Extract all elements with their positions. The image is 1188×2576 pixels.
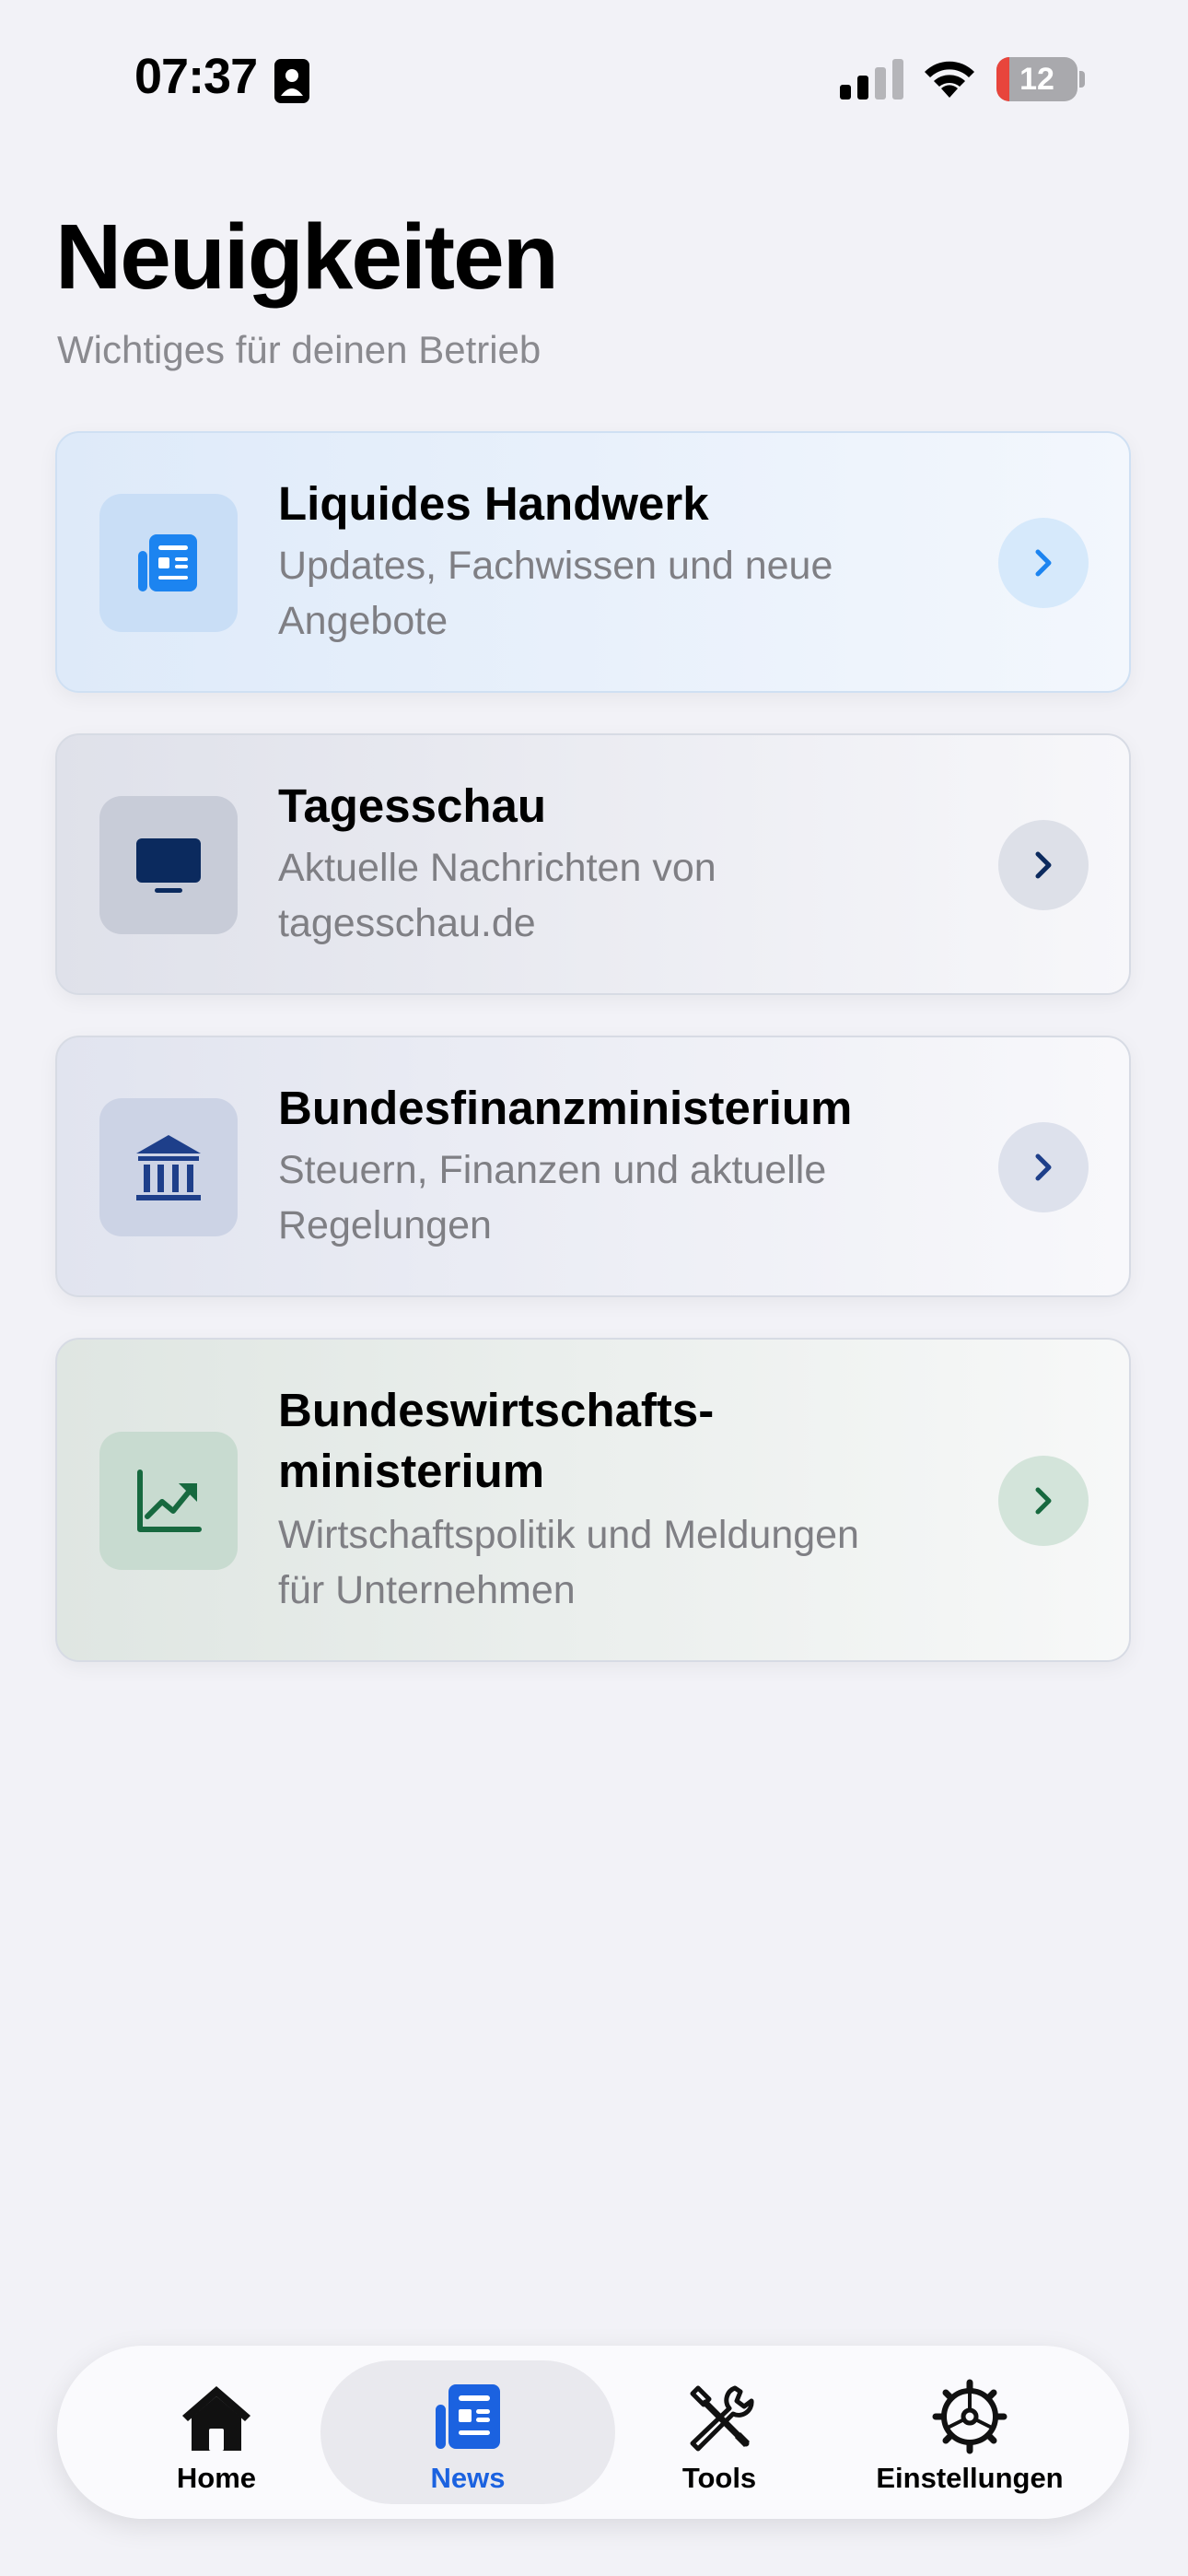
feed-card-liquides-handwerk[interactable]: Liquides Handwerk Updates, Fachwissen un… xyxy=(55,431,1131,693)
feed-card-bundesfinanzministerium[interactable]: Bundesfinanzministerium Steuern, Finanze… xyxy=(55,1036,1131,1297)
feed-open-button[interactable] xyxy=(998,518,1089,608)
feed-description: Steuern, Finanzen und aktuelle Regelunge… xyxy=(278,1148,827,1247)
gear-icon xyxy=(932,2379,1007,2454)
feed-open-button[interactable] xyxy=(998,820,1089,910)
tools-icon xyxy=(690,2385,754,2452)
cellular-signal-icon xyxy=(840,59,903,100)
feed-title: Tagesschau xyxy=(278,779,547,832)
battery-cap xyxy=(1079,71,1085,88)
focus-badge-icon xyxy=(274,59,309,103)
feed-open-button[interactable] xyxy=(998,1122,1089,1212)
feed-title: Bundesfinanzministerium xyxy=(278,1082,853,1134)
battery-indicator: 12 xyxy=(996,57,1077,101)
battery-level: 12 xyxy=(1019,62,1054,97)
chevron-right-icon xyxy=(1035,1487,1052,1515)
feed-title: Liquides Handwerk xyxy=(278,477,709,530)
tab-bar: Home News Tools Einstellungen xyxy=(57,2346,1129,2519)
bank-icon xyxy=(136,1135,201,1200)
feed-description: Wirtschaftspolitik und Meldungen für Unt… xyxy=(278,1513,859,1612)
news-screen: 07:37 12 Neuigkeiten Wichtiges für deine… xyxy=(0,0,1188,2576)
chevron-right-icon xyxy=(1035,851,1052,879)
newspaper-icon xyxy=(436,2384,500,2449)
feed-icon-box xyxy=(99,494,238,632)
page-subtitle: Wichtiges für deinen Betrieb xyxy=(57,328,542,371)
feed-description: Aktuelle Nachrichten von tagesschau.de xyxy=(278,846,716,945)
status-time: 07:37 xyxy=(134,49,258,104)
chart-trend-icon xyxy=(137,1469,202,1532)
chevron-right-icon xyxy=(1035,549,1052,577)
newspaper-icon xyxy=(138,534,197,591)
feed-icon-box xyxy=(99,796,238,934)
feed-card-tagesschau[interactable]: Tagesschau Aktuelle Nachrichten von tage… xyxy=(55,733,1131,995)
tv-icon xyxy=(136,838,201,893)
tab-label: Einstellungen xyxy=(876,2462,1064,2494)
house-icon xyxy=(182,2386,250,2451)
feed-card-bundeswirtschaftsministerium[interactable]: Bundeswirtschafts-ministerium Wirtschaft… xyxy=(55,1338,1131,1662)
tab-label: Tools xyxy=(681,2462,757,2494)
tab-news[interactable]: News xyxy=(353,2346,583,2519)
tab-label: News xyxy=(430,2462,506,2494)
wifi-icon xyxy=(925,61,974,98)
tab-label: Home xyxy=(176,2462,257,2494)
feed-icon-box xyxy=(99,1098,238,1236)
tab-tools[interactable]: Tools xyxy=(604,2346,834,2519)
feed-open-button[interactable] xyxy=(998,1456,1089,1546)
tab-einstellungen[interactable]: Einstellungen xyxy=(855,2346,1085,2519)
chevron-right-icon xyxy=(1035,1153,1052,1181)
feed-description: Updates, Fachwissen und neue Angebote xyxy=(278,544,833,643)
tab-home[interactable]: Home xyxy=(101,2346,332,2519)
status-bar: 07:37 12 xyxy=(0,0,1188,157)
feed-icon-box xyxy=(99,1432,238,1570)
feed-title: Bundeswirtschafts-ministerium xyxy=(278,1384,715,1497)
page-title: Neuigkeiten xyxy=(55,205,559,309)
